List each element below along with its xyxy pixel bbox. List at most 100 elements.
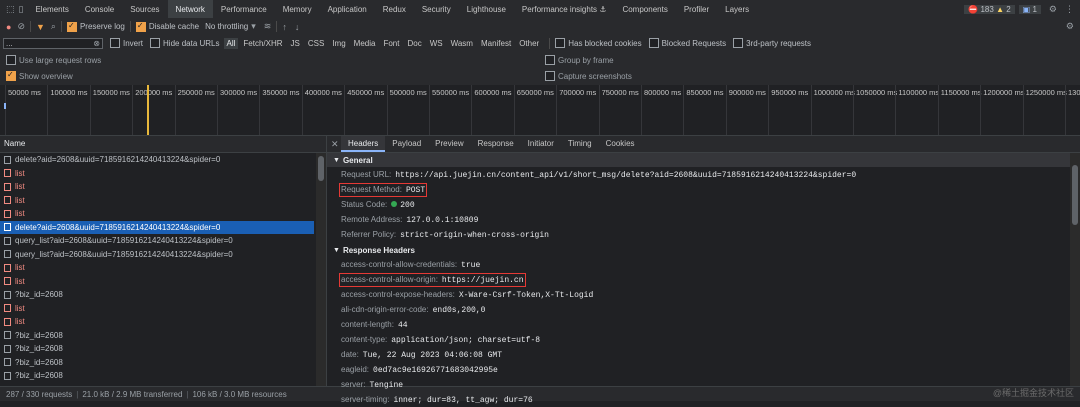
request-row[interactable]: ?biz_id=2608 (0, 329, 314, 343)
type-filter-img[interactable]: Img (329, 38, 348, 49)
request-list-scrollbar[interactable] (316, 153, 326, 386)
settings-gear-icon[interactable]: ⚙ (1049, 4, 1057, 15)
export-har-icon[interactable]: ↓ (295, 22, 300, 32)
document-icon (4, 250, 11, 259)
group-by-frame-checkbox[interactable]: Group by frame (545, 55, 614, 65)
detail-scrollbar[interactable] (1070, 153, 1080, 386)
filter-input[interactable]: ... ⊗ (3, 37, 103, 49)
timeline-marker (147, 85, 149, 135)
type-filter-doc[interactable]: Doc (404, 38, 424, 49)
blocked-requests-checkbox[interactable]: Blocked Requests (648, 38, 726, 48)
detail-tab-preview[interactable]: Preview (428, 136, 470, 152)
type-filter-wasm[interactable]: Wasm (448, 38, 476, 49)
record-icon[interactable]: ● (6, 22, 11, 32)
request-row[interactable]: query_list?aid=2608&uuid=718591621424041… (0, 234, 314, 248)
request-row[interactable]: ?biz_id=2608 (0, 288, 314, 302)
network-overview-timeline[interactable]: 50000 ms 100000 ms 150000 ms 200000 ms 25000… (0, 85, 1080, 136)
has-blocked-cookies-checkbox[interactable]: Has blocked cookies (555, 38, 642, 48)
tab-sources[interactable]: Sources (122, 0, 167, 18)
large-rows-checkbox[interactable]: Use large request rows (6, 55, 101, 65)
hide-data-urls-checkbox[interactable]: Hide data URLs (150, 38, 220, 48)
filter-icon[interactable]: ▼ (36, 22, 45, 32)
type-filter-font[interactable]: Font (380, 38, 402, 49)
resource-type-filters: All Fetch/XHR JS CSS Img Media Font Doc WS Wasm Ma… (223, 37, 545, 49)
header-key: content-type: (341, 334, 388, 344)
detail-tab-headers[interactable]: Headers (341, 136, 386, 152)
capture-screenshots-checkbox[interactable]: Capture screenshots (545, 71, 632, 81)
request-row[interactable]: list (0, 275, 314, 289)
preserve-log-checkbox[interactable]: Preserve log (66, 21, 125, 32)
tab-redux[interactable]: Redux (375, 0, 414, 18)
info-count: 1 (1032, 4, 1037, 14)
info-counter[interactable]: ▣ 1 (1018, 4, 1041, 14)
invert-checkbox[interactable]: Invert (110, 38, 143, 48)
header-pair: server: Tengine (341, 380, 403, 390)
tab-performance-insights[interactable]: Performance insights ⚓ (514, 0, 615, 18)
network-conditions-icon[interactable]: ≋ (264, 21, 272, 32)
type-filter-css[interactable]: CSS (305, 38, 327, 49)
type-filter-fetch-xhr[interactable]: Fetch/XHR (240, 38, 285, 49)
chevron-down-icon[interactable]: ▾ (251, 21, 256, 32)
clear-icon[interactable]: ⊘ (17, 21, 25, 32)
disable-cache-checkbox[interactable]: Disable cache (135, 21, 199, 32)
tab-components[interactable]: Components (614, 0, 675, 18)
request-row[interactable]: list (0, 302, 314, 316)
response-headers-section-header[interactable]: ▼ Response Headers (327, 243, 1080, 257)
request-row[interactable]: list (0, 194, 314, 208)
header-value: inner; dur=83, tt_agw; dur=76 (393, 395, 533, 405)
request-row[interactable]: ?biz_id=2608 (0, 369, 314, 383)
device-toolbar-icon[interactable]: ▯ (19, 4, 24, 15)
request-row[interactable]: delete?aid=2608&uuid=7185916214240413224… (0, 220, 314, 234)
tab-lighthouse[interactable]: Lighthouse (459, 0, 514, 18)
request-row[interactable]: list (0, 207, 314, 221)
document-icon (4, 155, 11, 164)
search-icon[interactable]: ⌕ (51, 21, 56, 32)
third-party-checkbox[interactable]: 3rd-party requests (733, 38, 811, 48)
type-filter-all[interactable]: All (223, 37, 239, 49)
tab-layers[interactable]: Layers (717, 0, 757, 18)
request-row[interactable]: ?biz_id=2608 (0, 342, 314, 356)
type-filter-media[interactable]: Media (351, 38, 379, 49)
detail-tab-timing[interactable]: Timing (561, 136, 599, 152)
header-value: Tengine (369, 380, 404, 390)
request-row[interactable]: ?biz_id=2608 (0, 356, 314, 370)
more-options-icon[interactable]: ⋮ (1065, 4, 1074, 15)
scrollbar-thumb[interactable] (318, 156, 324, 181)
network-settings-gear-icon[interactable]: ⚙ (1066, 21, 1074, 32)
tab-console[interactable]: Console (77, 0, 122, 18)
request-row[interactable]: list (0, 167, 314, 181)
inspect-element-icon[interactable]: ⬚ (6, 4, 15, 15)
tab-security[interactable]: Security (414, 0, 459, 18)
request-row[interactable]: list (0, 261, 314, 275)
detail-tab-cookies[interactable]: Cookies (599, 136, 642, 152)
header-key: Remote Address: (341, 214, 403, 224)
detail-tab-payload[interactable]: Payload (385, 136, 428, 152)
type-filter-ws[interactable]: WS (427, 38, 446, 49)
request-row[interactable]: delete?aid=2608&uuid=7185916214240413224… (0, 153, 314, 167)
request-bar (4, 103, 6, 109)
tab-performance[interactable]: Performance (213, 0, 275, 18)
tab-application[interactable]: Application (320, 0, 375, 18)
clear-filter-icon[interactable]: ⊗ (93, 39, 100, 48)
name-column-header[interactable]: Name (0, 136, 326, 153)
type-filter-other[interactable]: Other (516, 38, 542, 49)
general-section-header[interactable]: ▼ General (327, 153, 1080, 167)
detail-tab-response[interactable]: Response (471, 136, 521, 152)
type-filter-manifest[interactable]: Manifest (478, 38, 514, 49)
tab-memory[interactable]: Memory (275, 0, 320, 18)
header-row: eagleid: 0ed7ac9e16926771683042995e (327, 362, 1080, 377)
request-row[interactable]: list (0, 180, 314, 194)
issues-counter[interactable]: ⛔ 183 ▲ 2 (964, 4, 1015, 14)
type-filter-js[interactable]: JS (288, 38, 303, 49)
request-row[interactable]: query_list?aid=2608&uuid=718591621424041… (0, 248, 314, 262)
throttling-select[interactable]: No throttling (205, 22, 248, 31)
tab-network[interactable]: Network (167, 0, 213, 18)
close-icon[interactable]: ✕ (331, 139, 339, 150)
import-har-icon[interactable]: ↑ (282, 22, 287, 32)
tab-elements[interactable]: Elements (27, 0, 76, 18)
detail-tab-initiator[interactable]: Initiator (521, 136, 561, 152)
show-overview-checkbox[interactable]: Show overview (6, 70, 73, 81)
tab-profiler[interactable]: Profiler (676, 0, 717, 18)
scrollbar-thumb[interactable] (1072, 165, 1078, 225)
request-row[interactable]: list (0, 315, 314, 329)
